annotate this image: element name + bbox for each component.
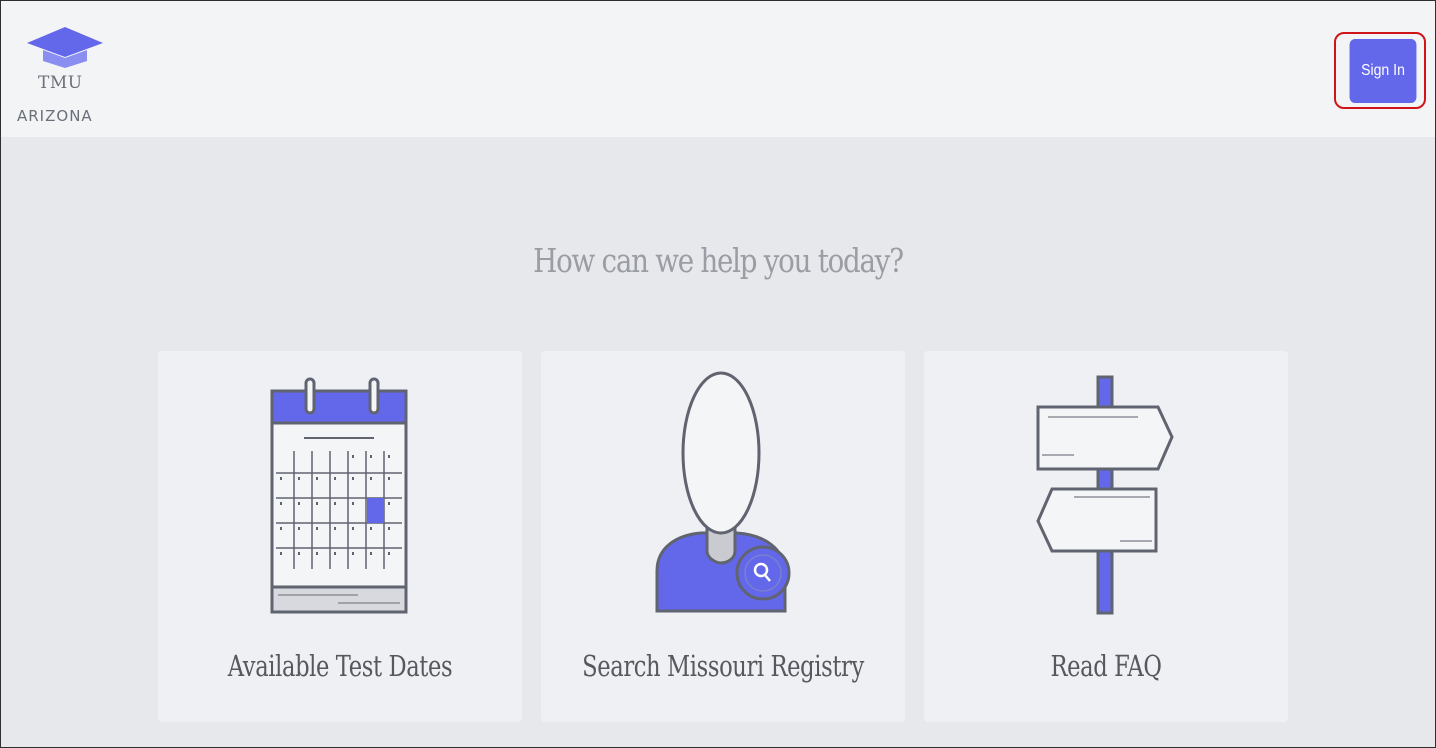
logo-abbr: TMU	[38, 73, 83, 93]
card-available-test-dates[interactable]: Available Test Dates	[158, 351, 522, 722]
sign-in-button[interactable]: Sign In	[1349, 39, 1417, 103]
card-read-faq[interactable]: Read FAQ	[924, 351, 1288, 722]
graduation-cap-icon	[27, 27, 103, 68]
card-label-faq: Read FAQ	[1050, 649, 1162, 683]
card-label-test-dates: Available Test Dates	[227, 649, 453, 683]
logo-state: ARIZONA	[17, 107, 93, 125]
signpost-icon	[1036, 375, 1174, 615]
person-search-icon	[655, 371, 791, 613]
calendar-icon	[270, 377, 408, 614]
page-frame: TMU ARIZONA Sign In How can we help you …	[0, 0, 1436, 748]
page-headline: How can we help you today?	[533, 241, 904, 280]
card-search-registry[interactable]: Search Missouri Registry	[541, 351, 905, 722]
card-label-search-registry: Search Missouri Registry	[582, 649, 864, 683]
top-header: TMU ARIZONA Sign In	[1, 1, 1435, 137]
logo[interactable]: TMU ARIZONA	[15, 23, 115, 133]
